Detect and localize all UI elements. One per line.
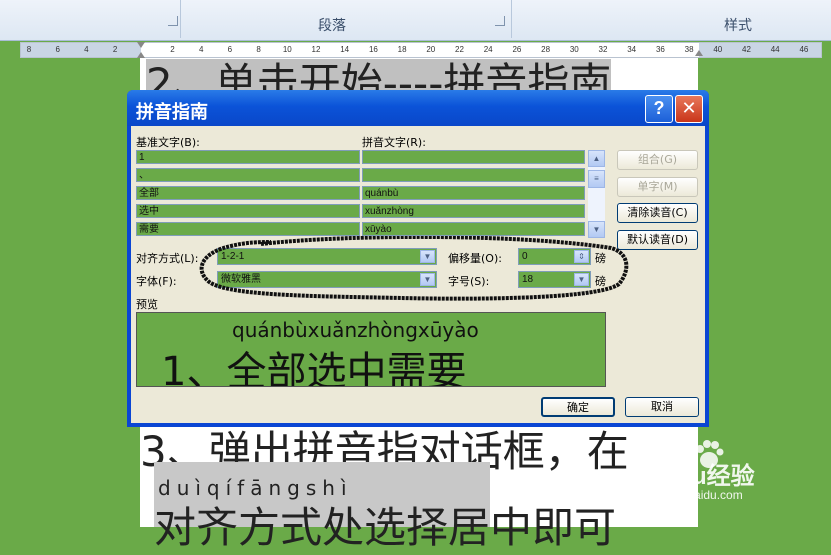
ruler-tick-label: 36	[655, 45, 665, 54]
help-button[interactable]: ?	[645, 95, 673, 123]
base-text-field[interactable]: 需要	[136, 222, 360, 236]
base-text-label: 基准文字(B):	[136, 136, 200, 149]
font-label: 字体(F):	[136, 275, 177, 288]
ruler-tick-label: 44	[770, 45, 780, 54]
scroll-up-icon[interactable]: ▲	[588, 150, 605, 167]
ribbon: 段落 样式	[0, 0, 831, 41]
close-button[interactable]: ✕	[675, 95, 703, 123]
annotation-circle	[199, 236, 629, 301]
ruler-tick-label: 46	[799, 45, 809, 54]
group-button[interactable]: 组合(G)	[617, 150, 698, 170]
cancel-button[interactable]: 取消	[625, 397, 699, 417]
mono-button[interactable]: 单字(M)	[617, 177, 698, 197]
ruler-tick-label: 42	[742, 45, 751, 54]
ribbon-separator	[180, 0, 181, 38]
phonetic-guide-dialog: 拼音指南 ? ✕ 基准文字(B): 拼音文字(R): 1 、 全部 quánbù…	[127, 90, 709, 427]
base-text-field[interactable]: 选中	[136, 204, 360, 218]
ruler-margin-left	[21, 43, 141, 57]
dialog-body: 基准文字(B): 拼音文字(R): 1 、 全部 quánbù 选中 xuǎnz…	[131, 126, 705, 423]
ruby-text-label: 拼音文字(R):	[362, 136, 426, 149]
ruler-tick-label: 38	[684, 45, 694, 54]
ruby-text-field[interactable]: quánbù	[362, 186, 585, 200]
ruler-tick-label: 4	[84, 45, 89, 54]
preview-text: 1、全部选中需要	[161, 349, 467, 387]
scroll-thumb[interactable]: ≡	[588, 170, 605, 188]
base-text-field[interactable]: 全部	[136, 186, 360, 200]
ruler-tick-label: 40	[713, 45, 723, 54]
first-line-indent-marker[interactable]	[137, 42, 145, 48]
dialog-title: 拼音指南	[136, 102, 208, 123]
ruler-tick-label: 8	[26, 45, 32, 54]
ok-button[interactable]: 确定	[541, 397, 615, 417]
ruby-text-field[interactable]	[362, 150, 585, 164]
alignment-label: 对齐方式(L):	[136, 252, 199, 265]
ruler-tick-label: 6	[55, 45, 60, 54]
watermark-url: jingyan.baidu.com	[646, 488, 743, 502]
preview-label: 预览	[136, 298, 158, 311]
ruler-tick-label: 2	[112, 45, 118, 54]
clear-reading-button[interactable]: 清除读音(C)	[617, 203, 698, 223]
baidu-jingyan-watermark: Baidu经验 jingyan.baidu.com	[640, 438, 820, 508]
ribbon-group-styles: 样式	[724, 17, 752, 33]
rows-scrollbar[interactable]: ▲ ≡ ▼	[588, 150, 605, 238]
dialog-titlebar[interactable]: 拼音指南 ? ✕	[127, 90, 709, 126]
ruby-text-field[interactable]: xuǎnzhòng	[362, 204, 585, 218]
ribbon-separator	[511, 0, 512, 38]
watermark-brand: Baidu经验	[640, 463, 755, 490]
preview-box: quánbùxuǎnzhòngxūyào 1、全部选中需要	[136, 312, 606, 387]
doc-line-bottom: 对齐方式处选择居中即可	[154, 503, 617, 552]
ruler-tick-label: 34	[627, 45, 637, 54]
ruby-text-field[interactable]: xūyào	[362, 222, 585, 236]
right-indent-marker[interactable]	[695, 50, 703, 56]
ribbon-group-paragraph: 段落	[318, 17, 346, 33]
paragraph-dialog-launcher-icon[interactable]	[495, 16, 505, 26]
base-text-field[interactable]: 1	[136, 150, 360, 164]
ruby-text-field[interactable]	[362, 168, 585, 182]
font-dialog-launcher-icon[interactable]	[168, 16, 178, 26]
base-text-field[interactable]: 、	[136, 168, 360, 182]
